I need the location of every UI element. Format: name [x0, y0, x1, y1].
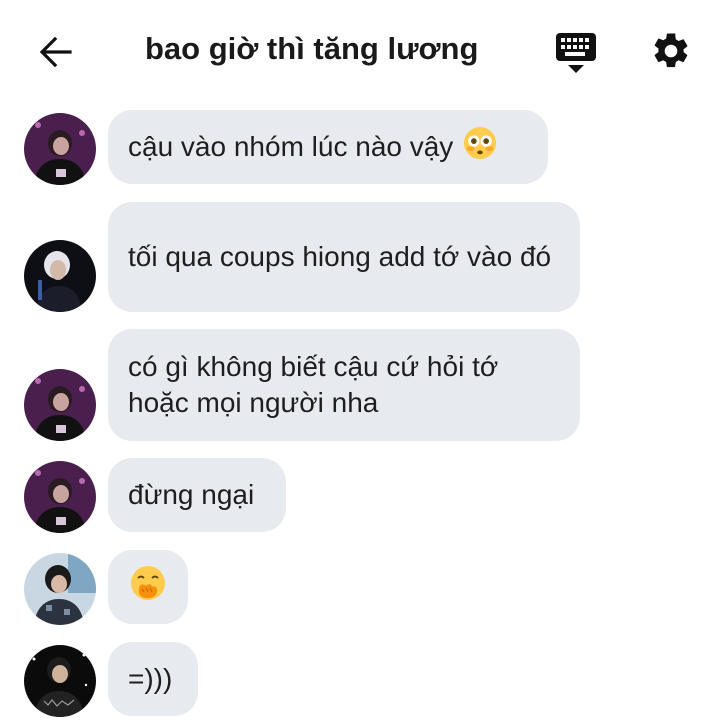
- message-text: =))): [128, 663, 173, 694]
- keyboard-icon: [556, 33, 596, 73]
- keyboard-button[interactable]: [554, 30, 598, 76]
- message-bubble[interactable]: [108, 550, 188, 624]
- avatar[interactable]: [24, 369, 96, 441]
- avatar[interactable]: [24, 461, 96, 533]
- message-bubble[interactable]: =))): [108, 642, 198, 716]
- chat-header: bao giờ thì tăng lương: [0, 0, 720, 100]
- face-with-hand-over-mouth-emoji: [130, 565, 166, 610]
- message-bubble[interactable]: đừng ngại: [108, 458, 286, 532]
- message-bubble[interactable]: tối qua coups hiong add tớ vào đó: [108, 202, 580, 312]
- gear-icon: [654, 33, 688, 68]
- message-text: tối qua coups hiong add tớ vào đó: [128, 241, 552, 272]
- chat-title: bao giờ thì tăng lương: [145, 31, 479, 66]
- message-text: đừng ngại: [128, 479, 255, 510]
- avatar[interactable]: [24, 113, 96, 185]
- arrow-left-icon: [39, 36, 72, 68]
- message-bubble[interactable]: cậu vào nhóm lúc nào vậy: [108, 110, 548, 184]
- avatar[interactable]: [24, 553, 96, 625]
- avatar[interactable]: [24, 645, 96, 717]
- avatar[interactable]: [24, 240, 96, 312]
- back-button[interactable]: [36, 32, 76, 72]
- message-text: cậu vào nhóm lúc nào vậy: [128, 131, 454, 162]
- message-text: có gì không biết cậu cứ hỏi tớ hoặc mọi …: [128, 351, 499, 418]
- settings-button[interactable]: [650, 30, 692, 72]
- flushed-face-emoji: [463, 126, 497, 169]
- message-bubble[interactable]: có gì không biết cậu cứ hỏi tớ hoặc mọi …: [108, 329, 580, 441]
